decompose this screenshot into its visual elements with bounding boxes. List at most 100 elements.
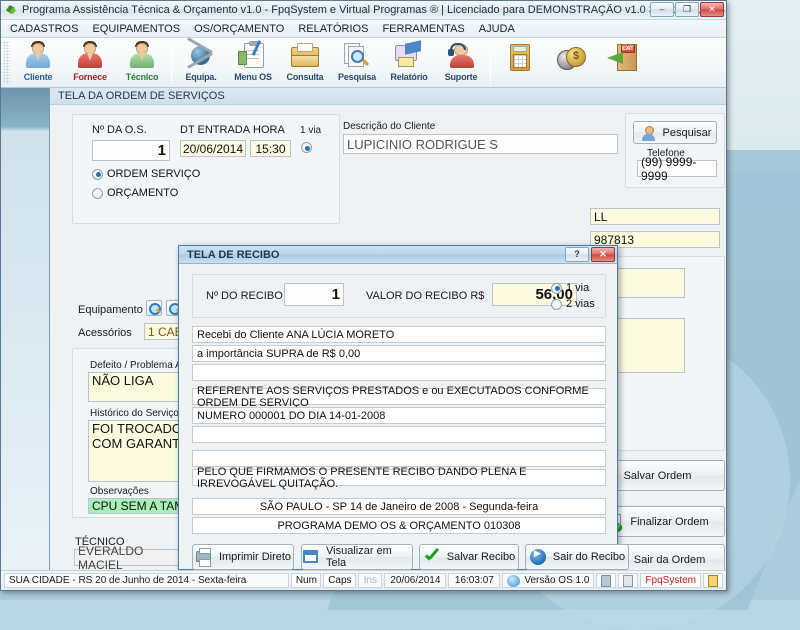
toolbar-separator-2 bbox=[490, 41, 491, 84]
toolbar-button-fornecedor[interactable]: Fornece bbox=[64, 38, 116, 87]
salvar-recibo-button[interactable]: Salvar Recibo bbox=[419, 544, 519, 570]
minimize-button[interactable]: – bbox=[650, 2, 674, 17]
menu-item-cadastros[interactable]: CADASTROS bbox=[3, 22, 85, 36]
toolbar-button-consulta[interactable]: Consulta bbox=[279, 38, 331, 87]
status-version-label: Versão OS 1.0 bbox=[524, 575, 589, 586]
toolbar-label-fornecedor: Fornece bbox=[73, 72, 107, 82]
pesquisar-button-label: Pesquisar bbox=[663, 127, 712, 139]
toolbar-button-equipamento[interactable]: Equipa. bbox=[175, 38, 227, 87]
clipboard-icon bbox=[236, 41, 270, 71]
printer-icon bbox=[195, 548, 213, 566]
toolbar-button-calculadora[interactable] bbox=[494, 38, 546, 87]
toolbar-label-equipamento: Equipa. bbox=[185, 72, 216, 82]
field-no-os[interactable]: 1 bbox=[92, 140, 170, 161]
status-num: Num bbox=[291, 573, 321, 588]
toolbar-grip[interactable] bbox=[3, 41, 10, 84]
visualizar-em-tela-button[interactable]: Visualizar em Tela bbox=[301, 544, 413, 570]
menu-item-relatorios[interactable]: RELATÓRIOS bbox=[291, 22, 375, 36]
label-hora: HORA bbox=[253, 124, 285, 136]
exit-arrow-icon bbox=[529, 548, 547, 566]
toolbar-button-financeiro[interactable]: $ bbox=[546, 38, 598, 87]
recibo-line-3[interactable] bbox=[192, 364, 606, 381]
radio-2-vias[interactable]: 2 vias bbox=[551, 298, 595, 310]
menu-bar: CADASTROS EQUIPAMENTOS OS/ORÇAMENTO RELA… bbox=[1, 20, 726, 38]
field-tecnico[interactable]: EVERALDO MACIEL bbox=[74, 549, 194, 566]
toolbar-button-pesquisa[interactable]: Pesquisa bbox=[331, 38, 383, 87]
label-equipamento: Equipamento bbox=[78, 304, 143, 316]
recibo-line-1[interactable]: Recebi do Cliente ANA LÚCIA MORETO bbox=[192, 326, 606, 343]
technician-person-icon bbox=[125, 41, 159, 71]
calculator-icon bbox=[503, 43, 537, 73]
recibo-close-button[interactable]: ✕ bbox=[591, 247, 615, 262]
recibo-line-6[interactable] bbox=[192, 426, 606, 443]
field-right-1[interactable]: LL bbox=[590, 208, 720, 225]
disc-icon bbox=[507, 575, 520, 587]
toolbar-button-sair[interactable]: EXIT bbox=[598, 38, 650, 87]
restore-button[interactable]: ❐ bbox=[675, 2, 699, 17]
status-ins: Ins bbox=[358, 573, 382, 588]
radio-via[interactable] bbox=[301, 142, 316, 153]
field-telefone[interactable]: (99) 9999-9999 bbox=[637, 160, 717, 177]
field-hora[interactable]: 15:30 bbox=[250, 140, 291, 157]
radio-orcamento[interactable]: ORÇAMENTO bbox=[92, 187, 178, 199]
label-valor-recibo: VALOR DO RECIBO R$ bbox=[366, 290, 484, 302]
label-num-recibo: Nº DO RECIBO bbox=[206, 290, 283, 302]
client-person-icon bbox=[21, 41, 55, 71]
toolbar-button-menu-os[interactable]: Menu OS bbox=[227, 38, 279, 87]
radio-1-via[interactable]: 1 via bbox=[551, 282, 589, 294]
recibo-line-5[interactable]: NUMERO 000001 DO DIA 14-01-2008 bbox=[192, 407, 606, 424]
recibo-line-2[interactable]: a importância SUPRA de R$ 0,00 bbox=[192, 345, 606, 362]
equipment-icon bbox=[184, 41, 218, 71]
radio-ordem-servico[interactable]: ORDEM SERVIÇO bbox=[92, 168, 200, 180]
recibo-dialog-title: TELA DE RECIBO bbox=[187, 249, 280, 261]
equipamento-search-icon-1[interactable] bbox=[146, 300, 162, 316]
imprimir-direto-button[interactable]: Imprimir Direto bbox=[192, 544, 294, 570]
recibo-footer-line-2[interactable]: PROGRAMA DEMO OS & ORÇAMENTO 010308 bbox=[192, 517, 606, 534]
toolbar-label-tecnico: Técnico bbox=[126, 72, 159, 82]
main-toolbar: Cliente Fornece Técnico bbox=[1, 38, 726, 88]
status-time: 16:03:07 bbox=[448, 573, 500, 588]
toolbar-button-tecnico[interactable]: Técnico bbox=[116, 38, 168, 87]
status-date: 20/06/2014 bbox=[384, 573, 446, 588]
field-num-recibo[interactable]: 1 bbox=[284, 283, 344, 306]
report-printer-icon bbox=[392, 41, 426, 71]
toolbar-label-menu-os: Menu OS bbox=[234, 72, 272, 82]
printer-icon[interactable] bbox=[601, 575, 611, 587]
menu-item-os-orcamento[interactable]: OS/ORÇAMENTO bbox=[187, 22, 291, 36]
toolbar-group-tools: $ EXIT bbox=[494, 38, 650, 87]
toolbar-label-consulta: Consulta bbox=[287, 72, 324, 82]
field-dt-entrada[interactable]: 20/06/2014 bbox=[180, 140, 246, 157]
magnifier-pages-icon bbox=[340, 41, 374, 71]
exit-door-icon: EXIT bbox=[607, 43, 641, 73]
menu-item-equipamentos[interactable]: EQUIPAMENTOS bbox=[85, 22, 187, 36]
support-headset-icon bbox=[444, 41, 478, 71]
help-button[interactable]: ? bbox=[565, 247, 589, 262]
radio-label-1-via: 1 via bbox=[566, 282, 589, 294]
status-version: Versão OS 1.0 bbox=[502, 573, 594, 588]
person-icon bbox=[639, 124, 657, 142]
check-icon bbox=[423, 548, 441, 566]
toolbar-button-cliente[interactable]: Cliente bbox=[12, 38, 64, 87]
menu-item-ajuda[interactable]: AJUDA bbox=[472, 22, 522, 36]
close-button[interactable]: ✕ bbox=[700, 2, 724, 17]
finalizar-ordem-label: Finalizar Ordem bbox=[630, 516, 708, 528]
status-bar: SUA CIDADE - RS 20 de Junho de 2014 - Se… bbox=[1, 570, 726, 590]
os-form-caption: TELA DA ORDEM DE SERVIÇOS bbox=[50, 88, 726, 105]
window-titlebar: Programa Assistência Técnica & Orçamento… bbox=[1, 1, 726, 20]
network-icon[interactable] bbox=[623, 575, 633, 587]
toolbar-button-relatorio[interactable]: Relatório bbox=[383, 38, 435, 87]
salvar-ordem-label: Salvar Ordem bbox=[624, 470, 692, 482]
sair-do-recibo-button[interactable]: Sair do Recibo bbox=[525, 544, 629, 570]
recibo-dialog-controls: ? ✕ bbox=[565, 247, 615, 262]
recibo-line-8[interactable]: PELO QUE FIRMAMOS O PRESENTE RECIBO DAND… bbox=[192, 469, 606, 486]
field-descricao-cliente[interactable]: LUPICINIO RODRIGUE S bbox=[343, 134, 618, 154]
recibo-footer-line-1[interactable]: SÃO PAULO - SP 14 de Janeiro de 2008 - S… bbox=[192, 498, 606, 515]
recibo-line-7[interactable] bbox=[192, 450, 606, 467]
toolbar-button-suporte[interactable]: Suporte bbox=[435, 38, 487, 87]
pesquisar-button[interactable]: Pesquisar bbox=[633, 121, 717, 144]
toolbar-label-pesquisa: Pesquisa bbox=[338, 72, 376, 82]
radio-label-ordem-servico: ORDEM SERVIÇO bbox=[107, 168, 200, 180]
menu-item-ferramentas[interactable]: FERRAMENTAS bbox=[375, 22, 471, 36]
key-icon[interactable] bbox=[708, 575, 718, 587]
recibo-line-4[interactable]: REFERENTE AOS SERVIÇOS PRESTADOS e ou EX… bbox=[192, 388, 606, 405]
